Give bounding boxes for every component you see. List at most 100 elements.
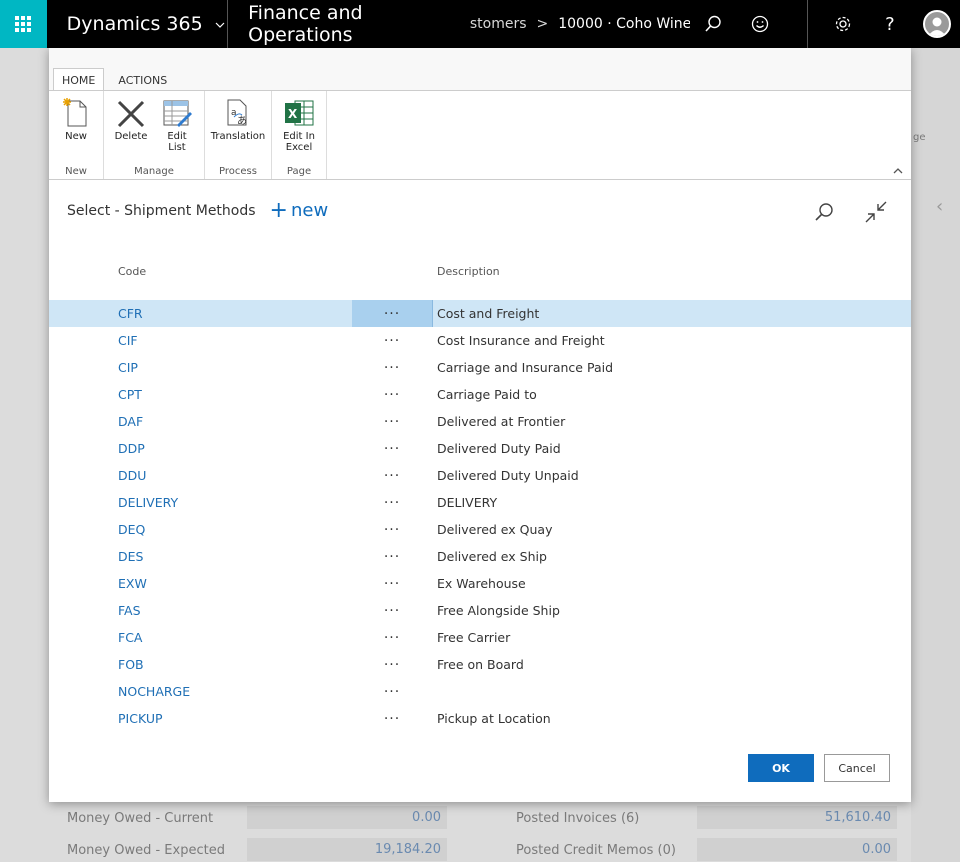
background-partial-label: ge [913,132,926,143]
new-record-button[interactable]: + new [270,199,329,221]
table-row[interactable]: FOB ··· Free on Board [49,651,911,678]
table-row[interactable]: DES ··· Delivered ex Ship [49,543,911,570]
search-button[interactable] [690,0,737,48]
description-cell: Pickup at Location [437,711,551,726]
app-launcher-button[interactable] [0,0,47,48]
background-field-label: Posted Invoices (6) [516,811,640,826]
table-row[interactable]: EXW ··· Ex Warehouse [49,570,911,597]
table-row[interactable]: DDU ··· Delivered Duty Unpaid [49,462,911,489]
column-header-description[interactable]: Description [437,265,500,278]
edit-list-button-label: Edit List [167,131,187,153]
row-more-options-icon[interactable]: ··· [352,327,432,354]
table-row[interactable]: CIP ··· Carriage and Insurance Paid [49,354,911,381]
description-cell: Cost Insurance and Freight [437,333,605,348]
shrink-arrows-icon [865,201,887,223]
svg-text:あ: あ [237,115,247,127]
ribbon-group-label: Process [219,166,257,177]
background-field-value: 0.00 [697,838,897,861]
column-header-code[interactable]: Code [118,265,146,278]
description-cell: Free Alongside Ship [437,603,560,618]
code-link[interactable]: DELIVERY [118,495,178,510]
table-row[interactable]: DAF ··· Delivered at Frontier [49,408,911,435]
code-link[interactable]: NOCHARGE [118,684,190,699]
code-link[interactable]: FOB [118,657,144,672]
edit-list-button[interactable]: Edit List [154,97,200,153]
code-link[interactable]: CIF [118,333,138,348]
code-link[interactable]: DDU [118,468,146,483]
code-link[interactable]: PICKUP [118,711,163,726]
table-row[interactable]: DELIVERY ··· DELIVERY [49,489,911,516]
tab-actions[interactable]: ACTIONS [110,68,175,90]
table-row[interactable]: CPT ··· Carriage Paid to [49,381,911,408]
translation-button[interactable]: aあ Translation [209,97,267,142]
table-row[interactable]: PICKUP ··· Pickup at Location [49,705,911,732]
code-link[interactable]: CIP [118,360,138,375]
code-link[interactable]: DAF [118,414,143,429]
table-row[interactable]: DDP ··· Delivered Duty Paid [49,435,911,462]
row-more-options-icon[interactable]: ··· [352,300,432,327]
row-more-options-icon[interactable]: ··· [352,354,432,381]
row-more-options-icon[interactable]: ··· [352,462,432,489]
code-link[interactable]: FAS [118,603,141,618]
breadcrumb-item[interactable]: stomers [470,16,527,32]
gear-icon [836,16,851,32]
svg-text:a: a [231,108,237,118]
factbox-collapse-icon[interactable]: ‹ [936,196,943,217]
dialog-footer: OK Cancel [748,754,890,782]
help-button[interactable]: ? [867,0,914,48]
row-more-options-icon[interactable]: ··· [352,678,432,705]
table-row[interactable]: NOCHARGE ··· [49,678,911,705]
tab-home[interactable]: HOME [53,68,105,90]
row-more-options-icon[interactable]: ··· [352,408,432,435]
question-mark-icon: ? [885,13,895,35]
collapse-dialog-button[interactable] [857,198,895,226]
svg-text:X: X [288,107,298,121]
delete-button[interactable]: Delete [108,97,154,153]
code-link[interactable]: EXW [118,576,147,591]
table-row[interactable]: FCA ··· Free Carrier [49,624,911,651]
table-row[interactable]: DEQ ··· Delivered ex Quay [49,516,911,543]
breadcrumb-current[interactable]: 10000 · Coho Winery [558,16,689,32]
description-cell: Cost and Freight [432,300,539,327]
filter-search-button[interactable] [805,198,843,226]
settings-button[interactable] [820,0,867,48]
row-more-options-icon[interactable]: ··· [352,516,432,543]
brand-title: Dynamics 365 [66,13,203,35]
row-more-options-icon[interactable]: ··· [352,597,432,624]
code-link[interactable]: CFR [118,306,143,321]
collapse-ribbon-icon[interactable] [893,163,903,177]
row-more-options-icon[interactable]: ··· [352,651,432,678]
description-cell: DELIVERY [437,495,498,510]
code-link[interactable]: FCA [118,630,142,645]
user-profile-button[interactable] [913,0,960,48]
translation-button-label: Translation [210,131,266,142]
background-field-label: Money Owed - Expected [67,843,225,858]
ribbon: New New Delete Edit List Manage a あ Tran… [49,90,911,180]
code-link[interactable]: CPT [118,387,142,402]
row-more-options-icon[interactable]: ··· [352,489,432,516]
edit-in-excel-button[interactable]: X Edit In Excel [276,97,322,153]
cancel-button[interactable]: Cancel [824,754,890,782]
top-navigation-bar: Dynamics 365 Finance and Operations stom… [0,0,960,48]
row-more-options-icon[interactable]: ··· [352,381,432,408]
search-icon [705,15,721,32]
brand-menu[interactable]: Dynamics 365 [47,0,229,48]
row-more-options-icon[interactable]: ··· [352,705,432,732]
shipment-methods-grid: CFR ··· Cost and Freight CIF ··· Cost Insuran… [49,300,911,732]
table-row[interactable]: CFR ··· Cost and Freight [49,300,911,327]
row-more-options-icon[interactable]: ··· [352,543,432,570]
table-row[interactable]: FAS ··· Free Alongside Ship [49,597,911,624]
row-more-options-icon[interactable]: ··· [352,624,432,651]
code-link[interactable]: DEQ [118,522,145,537]
translation-icon: aあ [227,99,247,127]
chevron-down-icon [215,17,225,31]
feedback-button[interactable] [736,0,783,48]
description-cell: Carriage and Insurance Paid [437,360,614,375]
code-link[interactable]: DES [118,549,143,564]
row-more-options-icon[interactable]: ··· [352,570,432,597]
code-link[interactable]: DDP [118,441,145,456]
row-more-options-icon[interactable]: ··· [352,435,432,462]
table-row[interactable]: CIF ··· Cost Insurance and Freight [49,327,911,354]
new-button[interactable]: New [53,97,99,142]
ok-button[interactable]: OK [748,754,814,782]
